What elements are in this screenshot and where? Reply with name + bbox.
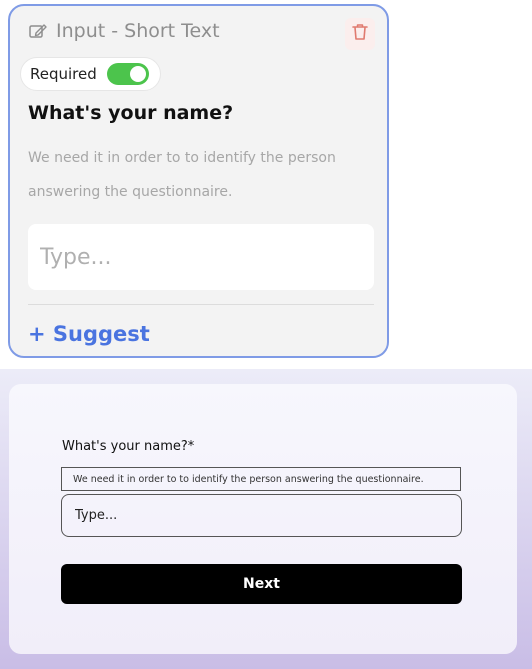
preview-answer-input[interactable] [61, 494, 462, 537]
trash-icon [352, 23, 368, 45]
question-description[interactable]: We need it in order to to identify the p… [28, 141, 358, 209]
delete-button[interactable] [345, 18, 375, 50]
required-toggle-pill[interactable]: Required [20, 57, 161, 91]
question-editor-card[interactable]: Input - Short Text Required What's your … [8, 4, 389, 358]
form-preview-area: What's your name?* We need it in order t… [0, 369, 532, 669]
question-title[interactable]: What's your name? [28, 102, 233, 124]
next-button[interactable]: Next [61, 564, 462, 604]
answer-input-preview[interactable] [28, 224, 374, 290]
divider [28, 304, 374, 305]
preview-question-description: We need it in order to to identify the p… [61, 467, 461, 491]
card-header: Input - Short Text [28, 20, 220, 42]
preview-question-label: What's your name?* [62, 439, 195, 454]
field-type-label: Input - Short Text [56, 20, 220, 42]
form-preview-card: What's your name?* We need it in order t… [9, 384, 517, 654]
suggest-button[interactable]: + Suggest [28, 322, 150, 346]
edit-icon [28, 21, 48, 41]
required-toggle[interactable] [106, 63, 149, 85]
toggle-knob [129, 66, 146, 82]
required-label: Required [30, 65, 97, 83]
